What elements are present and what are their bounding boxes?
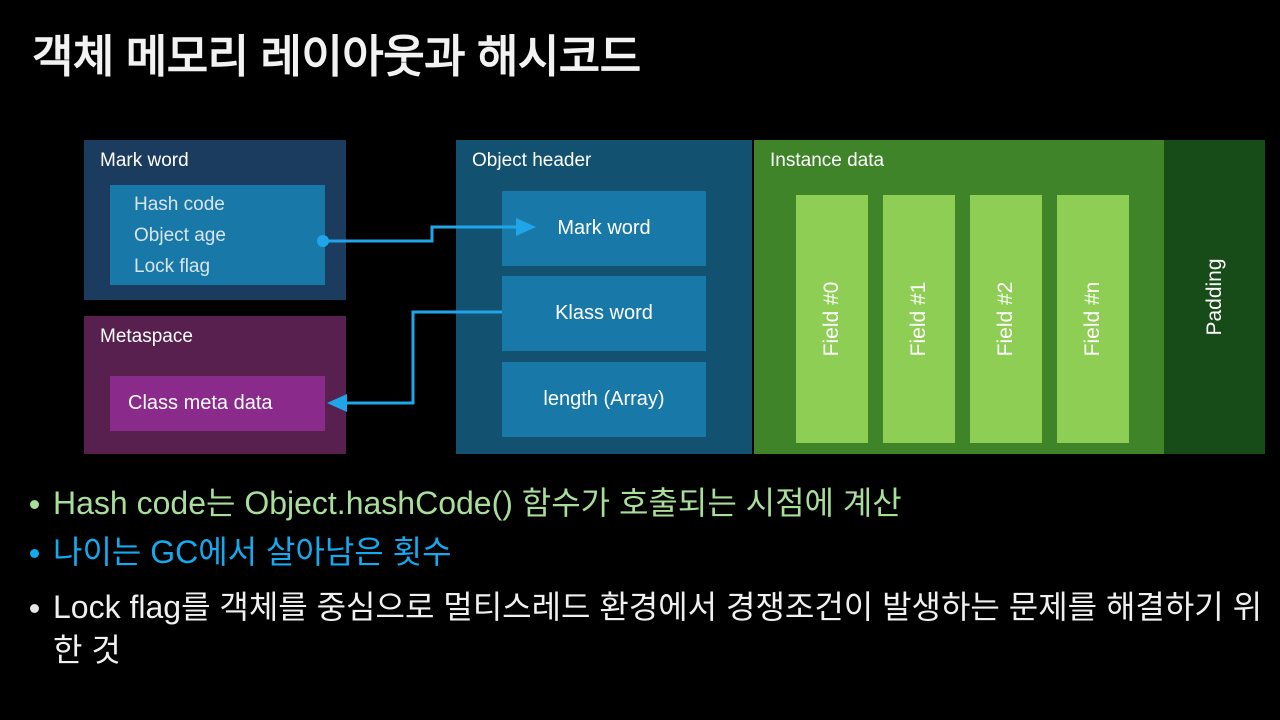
mark-word-panel-label: Mark word bbox=[100, 150, 189, 171]
instance-data-panel-label: Instance data bbox=[770, 150, 885, 171]
object-header-slot-mark-word-label: Mark word bbox=[557, 217, 651, 239]
mark-word-panel: Mark word Hash code Object age Lock flag bbox=[84, 140, 346, 300]
bullet-dot-icon bbox=[30, 549, 39, 558]
mark-word-field-hash-code: Hash code bbox=[134, 194, 225, 215]
instance-field-box-n: Field #n bbox=[1057, 195, 1129, 443]
object-header-panel-label: Object header bbox=[472, 150, 592, 171]
bullet-text-object-age: 나이는 GC에서 살아남은 횟수 bbox=[53, 534, 452, 570]
class-meta-data-label: Class meta data bbox=[128, 392, 273, 414]
bullet-item-object-age: 나이는 GC에서 살아남은 횟수 bbox=[30, 531, 1270, 574]
object-header-slot-mark-word: Mark word bbox=[502, 191, 706, 266]
bullet-list: Hash code는 Object.hashCode() 함수가 호출되는 시점… bbox=[30, 482, 1270, 678]
mark-word-field-lock-flag: Lock flag bbox=[134, 256, 211, 277]
bullet-item-lock-flag: Lock flag를 객체를 중심으로 멀티스레드 환경에서 경쟁조건이 발생하… bbox=[30, 586, 1270, 672]
metaspace-panel-label: Metaspace bbox=[100, 326, 193, 347]
object-header-slot-klass-word: Klass word bbox=[502, 276, 706, 351]
object-header-slot-length-array-label: length (Array) bbox=[543, 388, 665, 410]
object-memory-layout-diagram: Mark word Hash code Object age Lock flag… bbox=[0, 0, 1280, 470]
metaspace-panel: Metaspace Class meta data bbox=[84, 316, 346, 454]
padding-panel-label: Padding bbox=[1202, 258, 1226, 336]
instance-data-panel: Instance data Field #0 Field #1 Field #2… bbox=[754, 140, 1164, 454]
bullet-dot-icon bbox=[30, 604, 39, 613]
bullet-dot-icon bbox=[30, 500, 39, 509]
padding-panel: Padding bbox=[1164, 140, 1265, 454]
instance-field-label-0: Field #0 bbox=[820, 281, 843, 357]
instance-field-label-1: Field #1 bbox=[907, 281, 930, 357]
instance-field-box-0: Field #0 bbox=[796, 195, 868, 443]
instance-field-box-1: Field #1 bbox=[883, 195, 955, 443]
object-header-panel: Object header Mark word Klass word lengt… bbox=[456, 140, 752, 454]
bullet-text-lock-flag: Lock flag를 객체를 중심으로 멀티스레드 환경에서 경쟁조건이 발생하… bbox=[53, 589, 1263, 668]
object-header-slot-klass-word-label: Klass word bbox=[555, 302, 653, 324]
mark-word-field-object-age: Object age bbox=[134, 225, 226, 246]
mark-word-fields-box: Hash code Object age Lock flag bbox=[110, 185, 325, 285]
class-meta-data-box: Class meta data bbox=[110, 376, 325, 431]
object-header-slot-length-array: length (Array) bbox=[502, 362, 706, 437]
instance-field-box-2: Field #2 bbox=[970, 195, 1042, 443]
instance-field-label-n: Field #n bbox=[1081, 281, 1104, 357]
bullet-text-hash-code: Hash code는 Object.hashCode() 함수가 호출되는 시점… bbox=[53, 485, 902, 521]
instance-field-label-2: Field #2 bbox=[994, 281, 1017, 357]
bullet-item-hash-code: Hash code는 Object.hashCode() 함수가 호출되는 시점… bbox=[30, 482, 1270, 525]
